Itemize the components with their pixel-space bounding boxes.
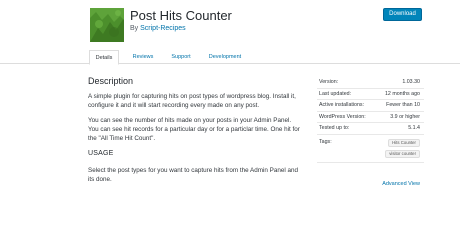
description-heading: Description xyxy=(88,76,134,86)
author-link[interactable]: Script-Recipes xyxy=(140,25,186,32)
plugin-tabs: Details Reviews Support Development xyxy=(0,49,460,65)
tab-reviews[interactable]: Reviews xyxy=(126,50,160,64)
tab-development[interactable]: Development xyxy=(202,50,248,64)
meta-row-active-installations: Active installations: Fewer than 10 xyxy=(317,100,424,112)
tab-details[interactable]: Details xyxy=(89,49,119,65)
meta-row-tested-up-to: Tested up to: 5.1.4 xyxy=(317,123,424,135)
meta-key: Tested up to: xyxy=(319,125,350,131)
meta-row-tags: Tags: Hits Counter visitor counter xyxy=(317,135,424,163)
meta-value: 3.9 or higher xyxy=(390,113,420,120)
meta-key: Version: xyxy=(319,79,339,85)
meta-row-version: Version: 1.03.30 xyxy=(317,77,424,89)
byline-prefix: By xyxy=(130,25,139,32)
tag-link[interactable]: Hits Counter xyxy=(388,138,420,147)
meta-row-wordpress-version: WordPress Version: 3.9 or higher xyxy=(317,112,424,123)
plugin-header: Post Hits Counter By Script-Recipes Down… xyxy=(0,0,460,48)
description-paragraph: A simple plugin for capturing hits on po… xyxy=(88,93,296,109)
tag-link[interactable]: visitor counter xyxy=(385,149,420,158)
tab-support[interactable]: Support xyxy=(164,50,198,64)
usage-paragraph: Select the post types for you want to ca… xyxy=(88,167,299,183)
description-section: Description A simple plugin for capturin… xyxy=(88,76,303,190)
description-body: A simple plugin for capturing hits on po… xyxy=(88,92,303,184)
meta-value: Fewer than 10 xyxy=(386,102,420,108)
download-button[interactable]: Download xyxy=(383,8,422,21)
tags-label: Tags: xyxy=(319,138,332,145)
description-paragraph: You can see the number of hits made on y… xyxy=(88,117,300,142)
meta-key: Last updated: xyxy=(319,90,352,97)
plugin-meta: Version: 1.03.30 Last updated: 12 months… xyxy=(317,77,424,187)
meta-value: 5.1.4 xyxy=(408,125,420,131)
meta-value: 1.03.30 xyxy=(402,79,420,85)
meta-key: Active installations: xyxy=(319,102,365,108)
meta-value: 12 months ago xyxy=(384,90,420,97)
usage-heading: USAGE xyxy=(88,150,114,157)
advanced-view-link[interactable]: Advanced View xyxy=(382,181,420,187)
meta-row-last-updated: Last updated: 12 months ago xyxy=(317,89,424,100)
plugin-byline: By Script-Recipes xyxy=(130,25,186,32)
plugin-icon xyxy=(90,8,124,42)
meta-key: WordPress Version: xyxy=(319,113,366,120)
plugin-title: Post Hits Counter xyxy=(130,8,232,23)
